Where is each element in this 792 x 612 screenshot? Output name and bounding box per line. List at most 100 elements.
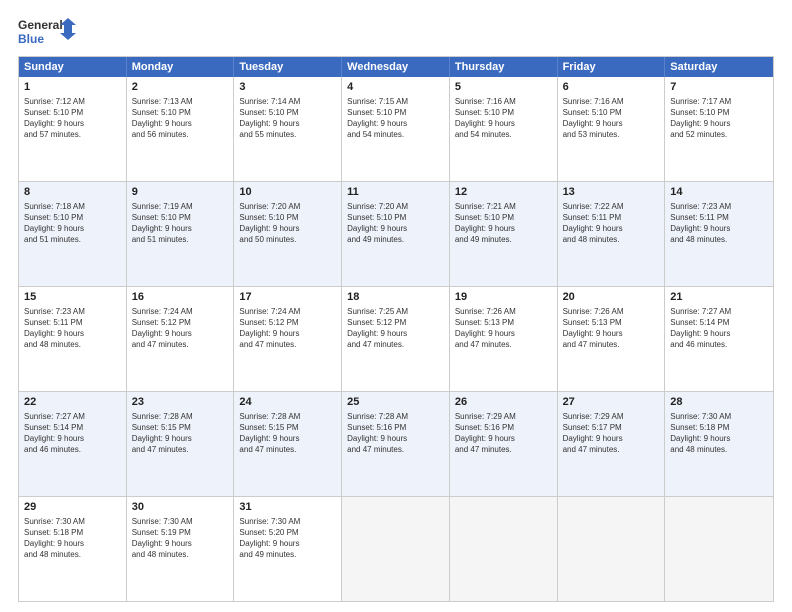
cell-info: Sunrise: 7:13 AMSunset: 5:10 PMDaylight:… xyxy=(132,96,229,141)
cell-info: Sunrise: 7:21 AMSunset: 5:10 PMDaylight:… xyxy=(455,201,552,246)
day-number: 15 xyxy=(24,290,121,305)
day-number: 18 xyxy=(347,290,444,305)
header-day: Friday xyxy=(558,57,666,77)
day-number: 3 xyxy=(239,80,336,95)
cell-info: Sunrise: 7:27 AMSunset: 5:14 PMDaylight:… xyxy=(24,411,121,456)
cell-info: Sunrise: 7:14 AMSunset: 5:10 PMDaylight:… xyxy=(239,96,336,141)
header-day: Monday xyxy=(127,57,235,77)
cell-info: Sunrise: 7:28 AMSunset: 5:16 PMDaylight:… xyxy=(347,411,444,456)
day-number: 7 xyxy=(670,80,768,95)
day-number: 19 xyxy=(455,290,552,305)
calendar-cell: 15Sunrise: 7:23 AMSunset: 5:11 PMDayligh… xyxy=(19,287,127,391)
calendar-cell: 2Sunrise: 7:13 AMSunset: 5:10 PMDaylight… xyxy=(127,77,235,181)
day-number: 17 xyxy=(239,290,336,305)
calendar-cell: 10Sunrise: 7:20 AMSunset: 5:10 PMDayligh… xyxy=(234,182,342,286)
day-number: 21 xyxy=(670,290,768,305)
calendar-cell xyxy=(665,497,773,601)
cell-info: Sunrise: 7:20 AMSunset: 5:10 PMDaylight:… xyxy=(347,201,444,246)
header-day: Wednesday xyxy=(342,57,450,77)
calendar-cell xyxy=(342,497,450,601)
cell-info: Sunrise: 7:28 AMSunset: 5:15 PMDaylight:… xyxy=(132,411,229,456)
day-number: 4 xyxy=(347,80,444,95)
cell-info: Sunrise: 7:28 AMSunset: 5:15 PMDaylight:… xyxy=(239,411,336,456)
calendar-row: 29Sunrise: 7:30 AMSunset: 5:18 PMDayligh… xyxy=(19,496,773,601)
calendar-cell: 20Sunrise: 7:26 AMSunset: 5:13 PMDayligh… xyxy=(558,287,666,391)
calendar-row: 15Sunrise: 7:23 AMSunset: 5:11 PMDayligh… xyxy=(19,286,773,391)
day-number: 26 xyxy=(455,395,552,410)
day-number: 6 xyxy=(563,80,660,95)
calendar-cell xyxy=(450,497,558,601)
calendar-cell: 28Sunrise: 7:30 AMSunset: 5:18 PMDayligh… xyxy=(665,392,773,496)
cell-info: Sunrise: 7:23 AMSunset: 5:11 PMDaylight:… xyxy=(670,201,768,246)
calendar-cell: 21Sunrise: 7:27 AMSunset: 5:14 PMDayligh… xyxy=(665,287,773,391)
calendar: SundayMondayTuesdayWednesdayThursdayFrid… xyxy=(18,56,774,602)
calendar-cell: 31Sunrise: 7:30 AMSunset: 5:20 PMDayligh… xyxy=(234,497,342,601)
svg-text:Blue: Blue xyxy=(18,32,44,46)
day-number: 8 xyxy=(24,185,121,200)
calendar-cell: 27Sunrise: 7:29 AMSunset: 5:17 PMDayligh… xyxy=(558,392,666,496)
calendar-cell: 19Sunrise: 7:26 AMSunset: 5:13 PMDayligh… xyxy=(450,287,558,391)
calendar-cell: 14Sunrise: 7:23 AMSunset: 5:11 PMDayligh… xyxy=(665,182,773,286)
day-number: 10 xyxy=(239,185,336,200)
cell-info: Sunrise: 7:30 AMSunset: 5:18 PMDaylight:… xyxy=(24,516,121,561)
calendar-row: 1Sunrise: 7:12 AMSunset: 5:10 PMDaylight… xyxy=(19,77,773,181)
day-number: 25 xyxy=(347,395,444,410)
cell-info: Sunrise: 7:22 AMSunset: 5:11 PMDaylight:… xyxy=(563,201,660,246)
day-number: 2 xyxy=(132,80,229,95)
calendar-cell: 16Sunrise: 7:24 AMSunset: 5:12 PMDayligh… xyxy=(127,287,235,391)
calendar-cell: 25Sunrise: 7:28 AMSunset: 5:16 PMDayligh… xyxy=(342,392,450,496)
cell-info: Sunrise: 7:29 AMSunset: 5:16 PMDaylight:… xyxy=(455,411,552,456)
calendar-header: SundayMondayTuesdayWednesdayThursdayFrid… xyxy=(19,57,773,77)
calendar-cell xyxy=(558,497,666,601)
cell-info: Sunrise: 7:19 AMSunset: 5:10 PMDaylight:… xyxy=(132,201,229,246)
calendar-cell: 8Sunrise: 7:18 AMSunset: 5:10 PMDaylight… xyxy=(19,182,127,286)
cell-info: Sunrise: 7:16 AMSunset: 5:10 PMDaylight:… xyxy=(563,96,660,141)
calendar-cell: 4Sunrise: 7:15 AMSunset: 5:10 PMDaylight… xyxy=(342,77,450,181)
header: General Blue xyxy=(18,16,774,48)
calendar-cell: 26Sunrise: 7:29 AMSunset: 5:16 PMDayligh… xyxy=(450,392,558,496)
calendar-cell: 9Sunrise: 7:19 AMSunset: 5:10 PMDaylight… xyxy=(127,182,235,286)
calendar-cell: 6Sunrise: 7:16 AMSunset: 5:10 PMDaylight… xyxy=(558,77,666,181)
calendar-cell: 18Sunrise: 7:25 AMSunset: 5:12 PMDayligh… xyxy=(342,287,450,391)
day-number: 22 xyxy=(24,395,121,410)
calendar-cell: 29Sunrise: 7:30 AMSunset: 5:18 PMDayligh… xyxy=(19,497,127,601)
header-day: Tuesday xyxy=(234,57,342,77)
cell-info: Sunrise: 7:30 AMSunset: 5:19 PMDaylight:… xyxy=(132,516,229,561)
cell-info: Sunrise: 7:30 AMSunset: 5:20 PMDaylight:… xyxy=(239,516,336,561)
logo: General Blue xyxy=(18,16,78,48)
day-number: 30 xyxy=(132,500,229,515)
calendar-cell: 17Sunrise: 7:24 AMSunset: 5:12 PMDayligh… xyxy=(234,287,342,391)
cell-info: Sunrise: 7:17 AMSunset: 5:10 PMDaylight:… xyxy=(670,96,768,141)
header-day: Thursday xyxy=(450,57,558,77)
cell-info: Sunrise: 7:16 AMSunset: 5:10 PMDaylight:… xyxy=(455,96,552,141)
cell-info: Sunrise: 7:27 AMSunset: 5:14 PMDaylight:… xyxy=(670,306,768,351)
day-number: 12 xyxy=(455,185,552,200)
calendar-cell: 5Sunrise: 7:16 AMSunset: 5:10 PMDaylight… xyxy=(450,77,558,181)
day-number: 20 xyxy=(563,290,660,305)
page: General Blue SundayMondayTuesdayWednesda… xyxy=(0,0,792,612)
calendar-cell: 11Sunrise: 7:20 AMSunset: 5:10 PMDayligh… xyxy=(342,182,450,286)
day-number: 11 xyxy=(347,185,444,200)
cell-info: Sunrise: 7:20 AMSunset: 5:10 PMDaylight:… xyxy=(239,201,336,246)
day-number: 24 xyxy=(239,395,336,410)
calendar-cell: 12Sunrise: 7:21 AMSunset: 5:10 PMDayligh… xyxy=(450,182,558,286)
cell-info: Sunrise: 7:15 AMSunset: 5:10 PMDaylight:… xyxy=(347,96,444,141)
logo-icon: General Blue xyxy=(18,16,78,48)
calendar-cell: 23Sunrise: 7:28 AMSunset: 5:15 PMDayligh… xyxy=(127,392,235,496)
header-day: Sunday xyxy=(19,57,127,77)
day-number: 1 xyxy=(24,80,121,95)
day-number: 29 xyxy=(24,500,121,515)
cell-info: Sunrise: 7:24 AMSunset: 5:12 PMDaylight:… xyxy=(132,306,229,351)
cell-info: Sunrise: 7:30 AMSunset: 5:18 PMDaylight:… xyxy=(670,411,768,456)
calendar-cell: 13Sunrise: 7:22 AMSunset: 5:11 PMDayligh… xyxy=(558,182,666,286)
day-number: 23 xyxy=(132,395,229,410)
day-number: 27 xyxy=(563,395,660,410)
day-number: 5 xyxy=(455,80,552,95)
calendar-cell: 22Sunrise: 7:27 AMSunset: 5:14 PMDayligh… xyxy=(19,392,127,496)
calendar-cell: 3Sunrise: 7:14 AMSunset: 5:10 PMDaylight… xyxy=(234,77,342,181)
cell-info: Sunrise: 7:29 AMSunset: 5:17 PMDaylight:… xyxy=(563,411,660,456)
day-number: 28 xyxy=(670,395,768,410)
cell-info: Sunrise: 7:12 AMSunset: 5:10 PMDaylight:… xyxy=(24,96,121,141)
cell-info: Sunrise: 7:25 AMSunset: 5:12 PMDaylight:… xyxy=(347,306,444,351)
cell-info: Sunrise: 7:26 AMSunset: 5:13 PMDaylight:… xyxy=(455,306,552,351)
